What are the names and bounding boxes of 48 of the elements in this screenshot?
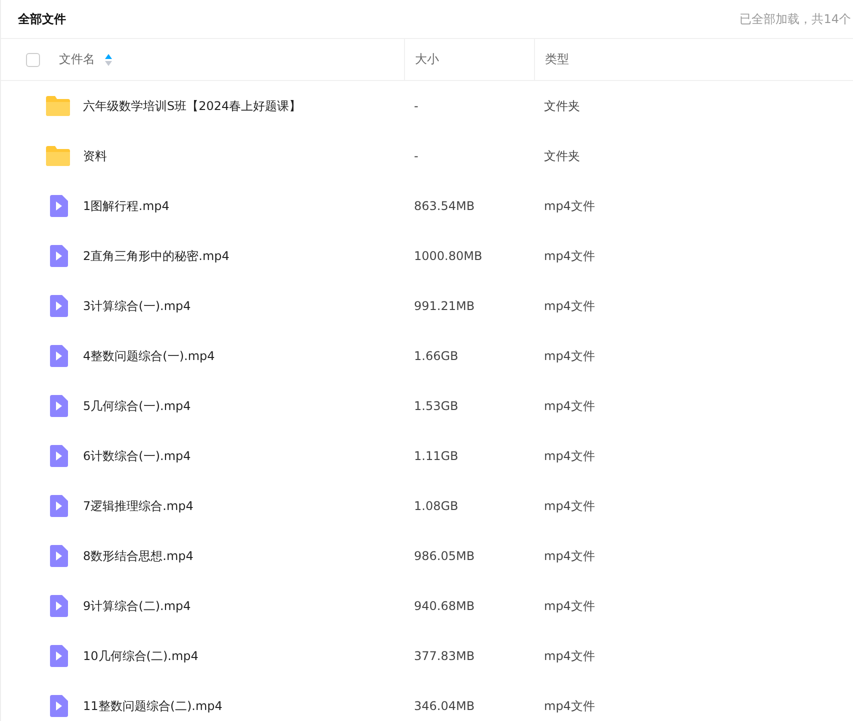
file-name[interactable]: 6计数综合(一).mp4 — [83, 448, 191, 464]
file-name[interactable]: 7逻辑推理综合.mp4 — [83, 498, 194, 514]
file-type: mp4文件 — [544, 198, 595, 214]
file-name[interactable]: 六年级数学培训S班【2024春上好题课】 — [83, 98, 302, 114]
file-name[interactable]: 8数形结合思想.mp4 — [83, 548, 194, 564]
load-status: 已全部加载，共14个 — [740, 10, 851, 28]
select-all-checkbox[interactable] — [26, 52, 40, 66]
file-size: 986.05MB — [414, 549, 475, 563]
file-size: 1.66GB — [414, 349, 458, 363]
folder-icon — [45, 145, 71, 167]
page-title: 全部文件 — [18, 10, 66, 28]
file-name[interactable]: 资料 — [83, 148, 107, 164]
sort-icon[interactable] — [105, 54, 112, 66]
file-type: mp4文件 — [544, 248, 595, 264]
file-name[interactable]: 1图解行程.mp4 — [83, 198, 170, 214]
file-name[interactable]: 2直角三角形中的秘密.mp4 — [83, 248, 230, 264]
file-type: mp4文件 — [544, 348, 595, 364]
file-name[interactable]: 5几何综合(一).mp4 — [83, 398, 191, 414]
file-size: 346.04MB — [414, 699, 475, 713]
file-size: 991.21MB — [414, 299, 475, 313]
file-name[interactable]: 10几何综合(二).mp4 — [83, 648, 198, 664]
folder-icon — [45, 95, 71, 117]
file-type: mp4文件 — [544, 448, 595, 464]
column-header[interactable]: 文件名 — [59, 51, 95, 68]
file-type: mp4文件 — [544, 698, 595, 714]
file-type: mp4文件 — [544, 498, 595, 514]
file-size: - — [414, 149, 418, 163]
file-size: 377.83MB — [414, 649, 475, 663]
file-type: mp4文件 — [544, 398, 595, 414]
file-size: 940.68MB — [414, 599, 475, 613]
file-type: mp4文件 — [544, 298, 595, 314]
file-size: 1.11GB — [414, 449, 458, 463]
file-type: 文件夹 — [544, 148, 580, 164]
column-header[interactable]: 类型 — [545, 51, 569, 68]
file-size: - — [414, 99, 418, 113]
file-name[interactable]: 3计算综合(一).mp4 — [83, 298, 191, 314]
file-name[interactable]: 9计算综合(二).mp4 — [83, 598, 191, 614]
file-type: mp4文件 — [544, 648, 595, 664]
file-name[interactable]: 11整数问题综合(二).mp4 — [83, 698, 222, 714]
file-size: 1.53GB — [414, 399, 458, 413]
file-size: 1000.80MB — [414, 249, 482, 263]
file-size: 863.54MB — [414, 199, 475, 213]
file-name[interactable]: 4整数问题综合(一).mp4 — [83, 348, 215, 364]
file-type: mp4文件 — [544, 598, 595, 614]
column-header[interactable]: 大小 — [415, 51, 439, 68]
file-size: 1.08GB — [414, 499, 458, 513]
file-type: 文件夹 — [544, 98, 580, 114]
file-type: mp4文件 — [544, 548, 595, 564]
